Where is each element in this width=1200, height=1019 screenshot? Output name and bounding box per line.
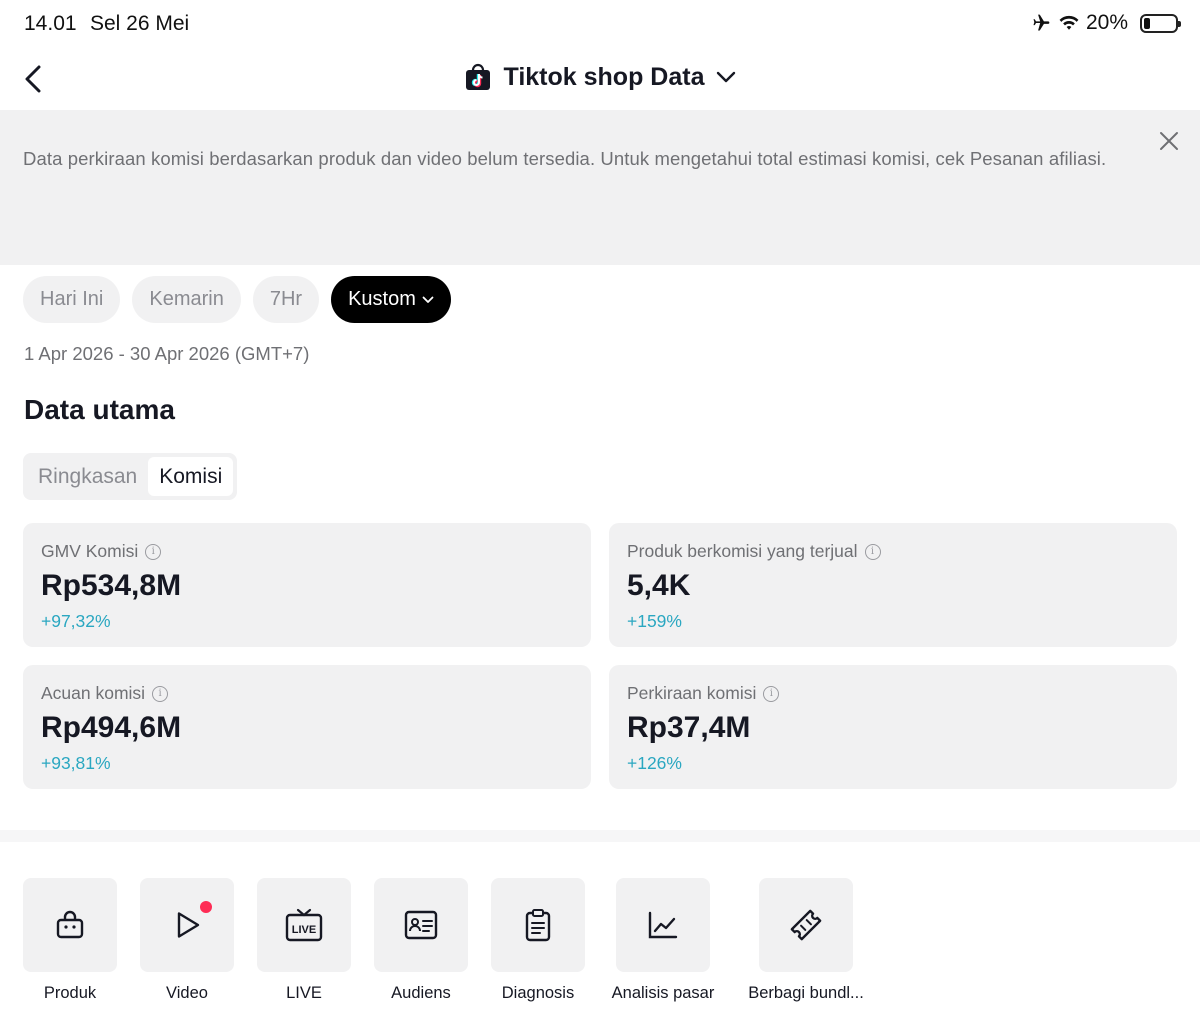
close-icon[interactable] (1158, 130, 1180, 152)
metric-delta: +126% (627, 753, 682, 773)
id-card-icon (404, 910, 438, 940)
ticket-icon (790, 909, 822, 941)
tool-label: LIVE (286, 984, 322, 1002)
info-icon[interactable]: i (145, 543, 162, 560)
tiktok-shop-icon (465, 63, 490, 90)
tool-label: Berbagi bundl... (748, 984, 864, 1002)
metric-label: Produk berkomisi yang terjual i (627, 541, 881, 562)
tool-berbagi-bundle[interactable]: Berbagi bundl... (748, 878, 864, 1002)
metric-card-gmv[interactable]: GMV Komisi i Rp534,8M +97,32% (23, 523, 591, 647)
section-divider (0, 830, 1200, 842)
metric-value: Rp534,8M (41, 569, 182, 602)
tool-tile (374, 878, 468, 972)
tool-analisis-pasar[interactable]: Analisis pasar (612, 878, 714, 1002)
metric-label-text: Acuan komisi (41, 683, 146, 703)
metric-card-estimated-commission[interactable]: Perkiraan komisi i Rp37,4M +126% (609, 665, 1177, 789)
notification-dot (200, 901, 212, 913)
metric-label: Acuan komisi i (41, 683, 169, 704)
tab-komisi[interactable]: Komisi (148, 457, 234, 496)
info-icon[interactable]: i (152, 685, 169, 702)
date-range: 1 Apr 2026 - 30 Apr 2026 (GMT+7) (24, 343, 310, 364)
info-banner: Data perkiraan komisi berdasarkan produk… (0, 110, 1200, 265)
info-icon[interactable]: i (864, 543, 881, 560)
tool-tile: LIVE (257, 878, 351, 972)
tool-tile (23, 878, 117, 972)
metric-value: Rp37,4M (627, 711, 751, 744)
tool-label: Diagnosis (501, 984, 575, 1002)
metric-label-text: Perkiraan komisi (627, 683, 757, 703)
status-right: 20% (1030, 11, 1181, 35)
status-date: Sel 26 Mei (90, 12, 190, 35)
metric-value: 5,4K (627, 569, 691, 602)
nav-bar: Tiktok shop Data (0, 48, 1200, 110)
data-tabs: Ringkasan Komisi (23, 453, 238, 500)
live-tv-icon: LIVE (285, 908, 323, 942)
metric-label: Perkiraan komisi i (627, 683, 780, 704)
metric-card-commission-base[interactable]: Acuan komisi i Rp494,6M +93,81% (23, 665, 591, 789)
tool-produk[interactable]: Produk (23, 878, 117, 1002)
chip-today[interactable]: Hari Ini (23, 276, 121, 323)
tool-audiens[interactable]: Audiens (374, 878, 468, 1002)
chip-custom-label: Kustom (348, 288, 416, 310)
tool-diagnosis[interactable]: Diagnosis (491, 878, 585, 1002)
tool-label: Video (166, 984, 208, 1002)
battery-percent: 20% (1085, 11, 1128, 34)
wifi-icon (1059, 15, 1079, 30)
chevron-down-icon (717, 71, 736, 83)
chevron-down-icon (422, 296, 434, 303)
line-chart-icon (648, 911, 678, 939)
metric-label-text: Produk berkomisi yang terjual (627, 541, 858, 561)
tool-tile (759, 878, 853, 972)
metric-delta: +93,81% (41, 753, 111, 773)
chip-7-days[interactable]: 7Hr (252, 276, 320, 323)
section-title: Data utama (24, 394, 175, 425)
shopping-bag-icon (56, 910, 84, 939)
metric-label-text: GMV Komisi (41, 541, 139, 561)
metric-label: GMV Komisi i (41, 541, 162, 562)
tool-tile (616, 878, 710, 972)
metric-value: Rp494,6M (41, 711, 182, 744)
metric-card-products-sold[interactable]: Produk berkomisi yang terjual i 5,4K +159… (609, 523, 1177, 647)
date-filter-chips: Hari Ini Kemarin 7Hr Kustom (23, 276, 451, 323)
status-bar: 14.01 Sel 26 Mei 20% (0, 0, 1200, 48)
tool-tile (140, 878, 234, 972)
tool-label: Audiens (391, 984, 451, 1002)
tool-label: Analisis pasar (611, 984, 715, 1002)
tool-label: Produk (43, 984, 97, 1002)
page-title: Tiktok shop Data (503, 62, 705, 91)
battery-icon (1140, 13, 1181, 33)
clipboard-icon (525, 909, 551, 942)
tool-tile (491, 878, 585, 972)
chip-custom[interactable]: Kustom (331, 276, 451, 323)
chip-yesterday[interactable]: Kemarin (132, 276, 241, 323)
tool-live[interactable]: LIVE LIVE (257, 878, 351, 1002)
metric-delta: +97,32% (41, 611, 111, 631)
tab-ringkasan[interactable]: Ringkasan (27, 457, 148, 496)
banner-text: Data perkiraan komisi berdasarkan produk… (23, 148, 1107, 169)
tool-video[interactable]: Video (140, 878, 234, 1002)
title-dropdown[interactable]: Tiktok shop Data (0, 62, 1200, 92)
metric-delta: +159% (627, 611, 682, 631)
status-time: 14.01 (24, 12, 77, 35)
svg-text:LIVE: LIVE (292, 924, 316, 936)
play-icon (177, 912, 200, 938)
info-icon[interactable]: i (763, 685, 780, 702)
airplane-icon (1033, 14, 1050, 31)
